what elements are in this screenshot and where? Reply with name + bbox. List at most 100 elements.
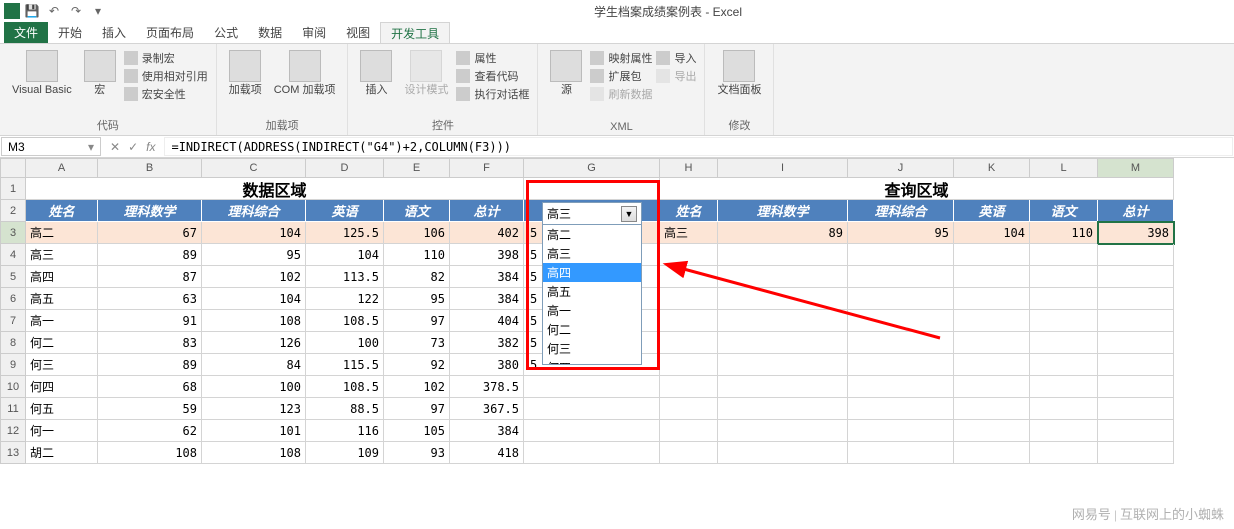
dropdown-item[interactable]: 高一 bbox=[543, 301, 641, 320]
cell[interactable]: 88.5 bbox=[306, 398, 384, 420]
tab-developer[interactable]: 开发工具 bbox=[380, 22, 450, 43]
save-icon[interactable]: 💾 bbox=[24, 3, 40, 19]
cell[interactable] bbox=[1030, 266, 1098, 288]
cell[interactable] bbox=[660, 376, 718, 398]
cell[interactable] bbox=[1030, 354, 1098, 376]
validation-dropdown[interactable]: 高三 ▼ 高二高三高四高五高一何二何三何四 bbox=[542, 202, 642, 365]
cell[interactable]: 67 bbox=[98, 222, 202, 244]
cell[interactable] bbox=[1030, 420, 1098, 442]
rowhdr-7[interactable]: 7 bbox=[0, 310, 26, 332]
cell[interactable] bbox=[1030, 398, 1098, 420]
cell[interactable]: 115.5 bbox=[306, 354, 384, 376]
cell[interactable] bbox=[718, 332, 848, 354]
dropdown-item[interactable]: 高四 bbox=[543, 263, 641, 282]
colhdr-D[interactable]: D bbox=[306, 158, 384, 178]
cell[interactable] bbox=[1098, 244, 1174, 266]
tab-layout[interactable]: 页面布局 bbox=[136, 22, 204, 43]
colhdr-B[interactable]: B bbox=[98, 158, 202, 178]
tab-review[interactable]: 审阅 bbox=[292, 22, 336, 43]
cell[interactable] bbox=[848, 244, 954, 266]
dropdown-item[interactable]: 高二 bbox=[543, 225, 641, 244]
cell[interactable]: 104 bbox=[202, 222, 306, 244]
cell[interactable]: 95 bbox=[384, 288, 450, 310]
confirm-formula-icon[interactable]: ✓ bbox=[128, 140, 138, 154]
colhdr-M[interactable]: M bbox=[1098, 158, 1174, 178]
cell[interactable]: 82 bbox=[384, 266, 450, 288]
cell[interactable] bbox=[660, 244, 718, 266]
cell[interactable]: 109 bbox=[306, 442, 384, 464]
cell[interactable]: 104 bbox=[202, 288, 306, 310]
cell[interactable]: 108.5 bbox=[306, 376, 384, 398]
cell[interactable] bbox=[848, 288, 954, 310]
cell[interactable] bbox=[718, 420, 848, 442]
dropdown-item[interactable]: 何四 bbox=[543, 358, 641, 364]
cell[interactable] bbox=[718, 310, 848, 332]
tab-formula[interactable]: 公式 bbox=[204, 22, 248, 43]
cell[interactable]: 93 bbox=[384, 442, 450, 464]
cell[interactable] bbox=[718, 442, 848, 464]
cell[interactable] bbox=[848, 354, 954, 376]
cell[interactable]: 95 bbox=[202, 244, 306, 266]
refresh-data-button[interactable]: 刷新数据 bbox=[590, 86, 652, 102]
cell[interactable] bbox=[1030, 442, 1098, 464]
cell[interactable] bbox=[848, 376, 954, 398]
cell[interactable] bbox=[954, 310, 1030, 332]
colhdr-K[interactable]: K bbox=[954, 158, 1030, 178]
cell[interactable]: 125.5 bbox=[306, 222, 384, 244]
rowhdr-6[interactable]: 6 bbox=[0, 288, 26, 310]
cell[interactable] bbox=[524, 398, 660, 420]
visual-basic-button[interactable]: Visual Basic bbox=[8, 48, 76, 98]
cell[interactable]: 高三 bbox=[660, 222, 718, 244]
cell[interactable] bbox=[954, 288, 1030, 310]
rowhdr-2[interactable]: 2 bbox=[0, 200, 26, 222]
cell[interactable]: 402 bbox=[450, 222, 524, 244]
cell[interactable] bbox=[718, 398, 848, 420]
relative-ref-button[interactable]: 使用相对引用 bbox=[124, 68, 208, 84]
cell[interactable]: 108.5 bbox=[306, 310, 384, 332]
dropdown-item[interactable]: 何三 bbox=[543, 339, 641, 358]
run-dialog-button[interactable]: 执行对话框 bbox=[456, 86, 529, 102]
colhdr-G[interactable]: G bbox=[524, 158, 660, 178]
cell-G1[interactable] bbox=[524, 178, 660, 200]
rowhdr-4[interactable]: 4 bbox=[0, 244, 26, 266]
cell[interactable] bbox=[718, 244, 848, 266]
rowhdr-12[interactable]: 12 bbox=[0, 420, 26, 442]
colhdr-L[interactable]: L bbox=[1030, 158, 1098, 178]
cell[interactable] bbox=[848, 398, 954, 420]
cell[interactable]: 380 bbox=[450, 354, 524, 376]
cell[interactable] bbox=[954, 376, 1030, 398]
cell[interactable] bbox=[1098, 332, 1174, 354]
tab-insert[interactable]: 插入 bbox=[92, 22, 136, 43]
cell[interactable]: 68 bbox=[98, 376, 202, 398]
rowhdr-1[interactable]: 1 bbox=[0, 178, 26, 200]
cell[interactable] bbox=[660, 354, 718, 376]
cell[interactable]: 高三 bbox=[26, 244, 98, 266]
cell[interactable]: 89 bbox=[718, 222, 848, 244]
cell[interactable]: 110 bbox=[384, 244, 450, 266]
cell[interactable]: 何五 bbox=[26, 398, 98, 420]
cell[interactable] bbox=[1030, 244, 1098, 266]
com-addins-button[interactable]: COM 加载项 bbox=[270, 48, 340, 98]
cell[interactable]: 63 bbox=[98, 288, 202, 310]
cell[interactable]: 97 bbox=[384, 310, 450, 332]
cell[interactable] bbox=[524, 376, 660, 398]
cell[interactable]: 106 bbox=[384, 222, 450, 244]
colhdr-C[interactable]: C bbox=[202, 158, 306, 178]
redo-icon[interactable]: ↷ bbox=[68, 3, 84, 19]
cell[interactable]: 高二 bbox=[26, 222, 98, 244]
cell[interactable] bbox=[1098, 310, 1174, 332]
colhdr-E[interactable]: E bbox=[384, 158, 450, 178]
cell[interactable] bbox=[524, 420, 660, 442]
cell[interactable]: 95 bbox=[848, 222, 954, 244]
cell[interactable] bbox=[718, 266, 848, 288]
cell[interactable]: 102 bbox=[202, 266, 306, 288]
rowhdr-3[interactable]: 3 bbox=[0, 222, 26, 244]
cell[interactable]: 89 bbox=[98, 354, 202, 376]
tab-data[interactable]: 数据 bbox=[248, 22, 292, 43]
cell[interactable] bbox=[848, 420, 954, 442]
rowhdr-10[interactable]: 10 bbox=[0, 376, 26, 398]
design-mode-button[interactable]: 设计模式 bbox=[400, 48, 452, 98]
xml-source-button[interactable]: 源 bbox=[546, 48, 586, 98]
export-button[interactable]: 导出 bbox=[656, 68, 696, 84]
cell[interactable]: 73 bbox=[384, 332, 450, 354]
